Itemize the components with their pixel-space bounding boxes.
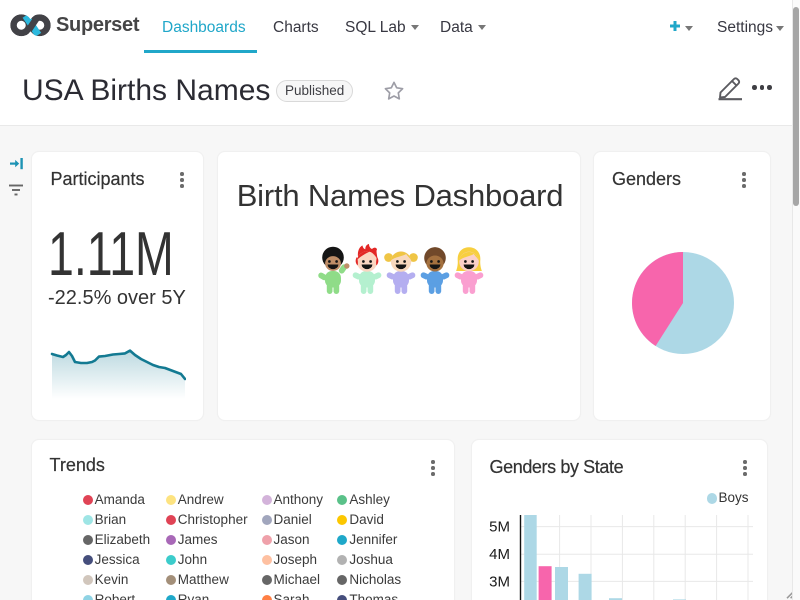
svg-text:3M: 3M — [489, 573, 510, 590]
svg-text:5M: 5M — [489, 519, 510, 536]
svg-text:4M: 4M — [489, 546, 510, 563]
